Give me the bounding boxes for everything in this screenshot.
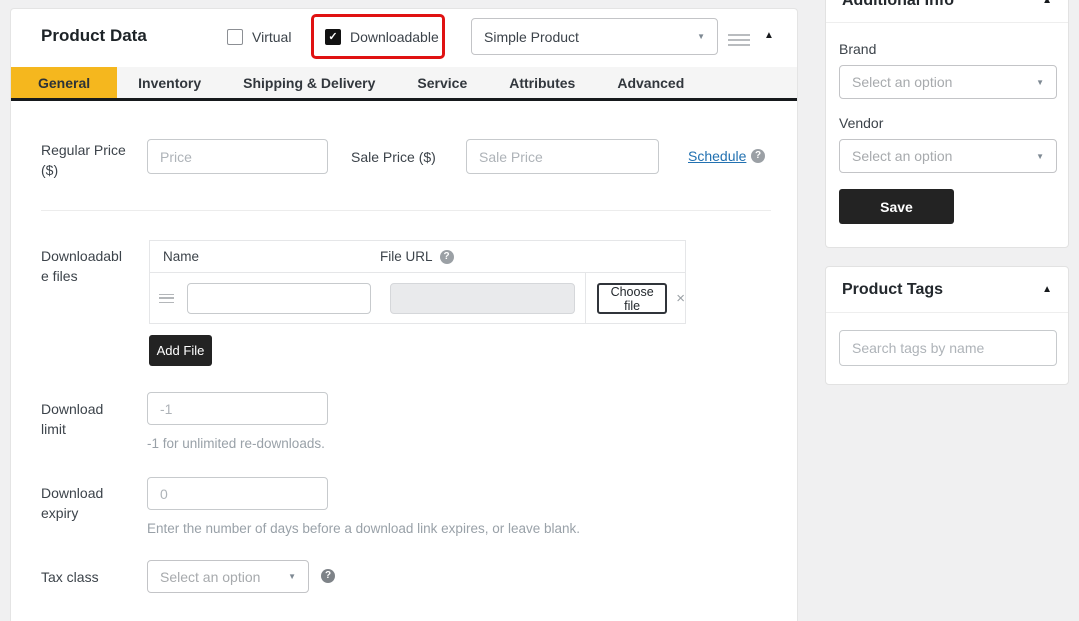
file-url-column-header: File URL bbox=[380, 249, 433, 264]
download-expiry-help: Enter the number of days before a downlo… bbox=[147, 521, 580, 536]
vendor-label: Vendor bbox=[839, 115, 1055, 131]
product-type-select[interactable]: Simple Product ▼ bbox=[471, 18, 718, 55]
vendor-value: Select an option bbox=[852, 148, 952, 164]
chevron-down-icon: ▼ bbox=[1036, 78, 1044, 87]
downloadable-files-table: Name File URL ? Choose file × bbox=[149, 240, 686, 324]
brand-select[interactable]: Select an option ▼ bbox=[839, 65, 1057, 99]
download-expiry-label: Download expiry bbox=[41, 484, 121, 523]
brand-label: Brand bbox=[839, 41, 1055, 57]
collapse-panel-icon[interactable]: ▲ bbox=[764, 30, 774, 41]
collapse-panel-icon[interactable]: ▲ bbox=[1042, 284, 1052, 295]
tax-class-value: Select an option bbox=[160, 569, 260, 585]
collapse-panel-icon[interactable]: ▲ bbox=[1042, 0, 1052, 6]
tags-search-input[interactable] bbox=[839, 330, 1057, 366]
choose-file-button[interactable]: Choose file bbox=[597, 283, 667, 314]
file-name-input[interactable] bbox=[187, 283, 371, 314]
drag-handle-icon[interactable] bbox=[728, 34, 750, 46]
regular-price-input[interactable] bbox=[147, 139, 328, 174]
schedule-link[interactable]: Schedule bbox=[688, 148, 746, 164]
file-url-help-icon[interactable]: ? bbox=[440, 250, 454, 264]
tab-general[interactable]: General bbox=[11, 67, 117, 98]
tab-shipping-delivery[interactable]: Shipping & Delivery bbox=[222, 67, 396, 98]
schedule-help-icon[interactable]: ? bbox=[751, 149, 765, 163]
remove-file-icon[interactable]: × bbox=[676, 291, 685, 306]
tax-class-select[interactable]: Select an option ▼ bbox=[147, 560, 309, 593]
product-tags-title: Product Tags bbox=[842, 281, 943, 299]
tax-class-help-icon[interactable]: ? bbox=[321, 569, 335, 583]
chevron-down-icon: ▼ bbox=[697, 32, 705, 41]
download-limit-input[interactable] bbox=[147, 392, 328, 425]
product-data-panel: Product Data Virtual ✓ Downloadable Simp… bbox=[10, 8, 798, 621]
downloadable-files-label: Downloadable files bbox=[41, 247, 127, 286]
product-tags-panel: Product Tags ▲ bbox=[825, 266, 1069, 385]
product-data-tabs: General Inventory Shipping & Delivery Se… bbox=[11, 67, 797, 101]
section-divider bbox=[41, 210, 771, 211]
tab-service[interactable]: Service bbox=[396, 67, 488, 98]
downloadable-checkbox[interactable]: ✓ bbox=[325, 29, 341, 45]
virtual-label: Virtual bbox=[252, 29, 291, 45]
chevron-down-icon: ▼ bbox=[288, 572, 296, 581]
save-button[interactable]: Save bbox=[839, 189, 954, 224]
virtual-checkbox-group[interactable]: Virtual bbox=[227, 29, 291, 45]
tab-advanced[interactable]: Advanced bbox=[596, 67, 705, 98]
add-file-button[interactable]: Add File bbox=[149, 335, 212, 366]
additional-info-panel: Additional Info ▲ Brand Select an option… bbox=[825, 0, 1069, 248]
panel-title: Product Data bbox=[41, 26, 147, 46]
sale-price-input[interactable] bbox=[466, 139, 659, 174]
downloadable-label: Downloadable bbox=[350, 29, 439, 45]
file-url-input[interactable] bbox=[390, 283, 575, 314]
files-table-header: Name File URL ? bbox=[150, 241, 685, 273]
name-column-header: Name bbox=[150, 249, 380, 264]
download-limit-label: Download limit bbox=[41, 400, 121, 439]
chevron-down-icon: ▼ bbox=[1036, 152, 1044, 161]
sale-price-label: Sale Price ($) bbox=[351, 148, 436, 168]
tab-inventory[interactable]: Inventory bbox=[117, 67, 222, 98]
row-drag-handle-icon[interactable] bbox=[159, 294, 174, 303]
download-expiry-input[interactable] bbox=[147, 477, 328, 510]
regular-price-label: Regular Price ($) bbox=[41, 141, 139, 180]
virtual-checkbox[interactable] bbox=[227, 29, 243, 45]
tax-class-label: Tax class bbox=[41, 568, 99, 588]
product-type-value: Simple Product bbox=[484, 29, 579, 45]
downloadable-highlight-box: ✓ Downloadable bbox=[311, 14, 445, 59]
file-row: Choose file × bbox=[150, 273, 685, 323]
download-limit-help: -1 for unlimited re-downloads. bbox=[147, 436, 325, 451]
additional-info-title: Additional Info bbox=[842, 0, 954, 10]
tab-attributes[interactable]: Attributes bbox=[488, 67, 596, 98]
brand-value: Select an option bbox=[852, 74, 952, 90]
vendor-select[interactable]: Select an option ▼ bbox=[839, 139, 1057, 173]
